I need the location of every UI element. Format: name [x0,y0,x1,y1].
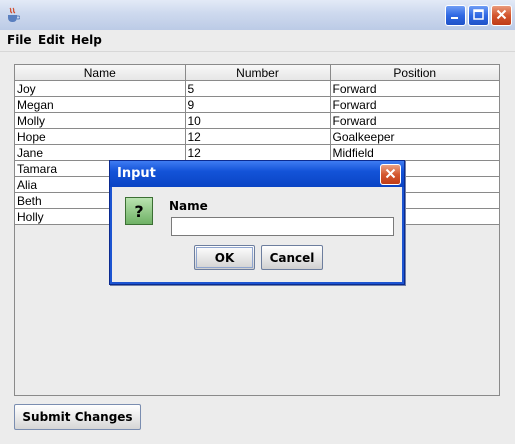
question-icon: ? [125,197,153,225]
menu-help[interactable]: Help [71,33,102,47]
table-row[interactable]: Hope 12 Goalkeeper [15,128,499,145]
ok-button[interactable]: OK [194,245,255,270]
cell-name[interactable]: Megan [15,96,186,113]
cell-number[interactable]: 12 [185,128,331,145]
cell-position[interactable]: Midfield [330,144,499,161]
cell-number[interactable]: 9 [185,96,331,113]
java-cup-icon [6,7,20,23]
minimize-button[interactable] [445,5,466,26]
window-titlebar [0,0,515,31]
cell-position[interactable]: Forward [330,80,499,97]
name-label: Name [169,199,208,213]
cell-name[interactable]: Hope [15,128,186,145]
cell-position[interactable]: Forward [330,96,499,113]
submit-changes-button[interactable]: Submit Changes [14,404,141,430]
close-button[interactable] [491,5,512,26]
cell-number[interactable]: 10 [185,112,331,129]
dialog-titlebar[interactable]: Input [110,161,404,187]
cell-name[interactable]: Joy [15,80,186,97]
table-row[interactable]: Jane 12 Midfield [15,144,499,161]
cell-position[interactable]: Goalkeeper [330,128,499,145]
dialog-title: Input [117,166,156,181]
column-header-name[interactable]: Name [15,65,186,81]
cell-position[interactable]: Forward [330,112,499,129]
menu-file[interactable]: File [7,33,32,47]
dialog-close-button[interactable] [380,164,401,185]
maximize-icon [473,8,484,23]
cell-number[interactable]: 5 [185,80,331,97]
table-row[interactable]: Megan 9 Forward [15,96,499,113]
column-header-number[interactable]: Number [185,65,331,81]
close-icon [385,168,396,182]
cell-name[interactable]: Jane [15,144,186,161]
close-icon [496,9,507,23]
name-input[interactable] [171,217,394,236]
dialog-body: ? Name OK Cancel [110,187,404,284]
table-header-row: Name Number Position [15,65,499,81]
cell-number[interactable]: 12 [185,144,331,161]
table-row[interactable]: Joy 5 Forward [15,80,499,97]
cancel-button[interactable]: Cancel [261,245,323,270]
cell-name[interactable]: Molly [15,112,186,129]
table-row[interactable]: Molly 10 Forward [15,112,499,129]
menu-edit[interactable]: Edit [38,33,65,47]
input-dialog: Input ? Name OK Cancel [109,160,405,285]
minimize-icon [450,9,461,23]
column-header-position[interactable]: Position [330,65,499,81]
menubar: File Edit Help [0,30,515,52]
maximize-button[interactable] [468,5,489,26]
